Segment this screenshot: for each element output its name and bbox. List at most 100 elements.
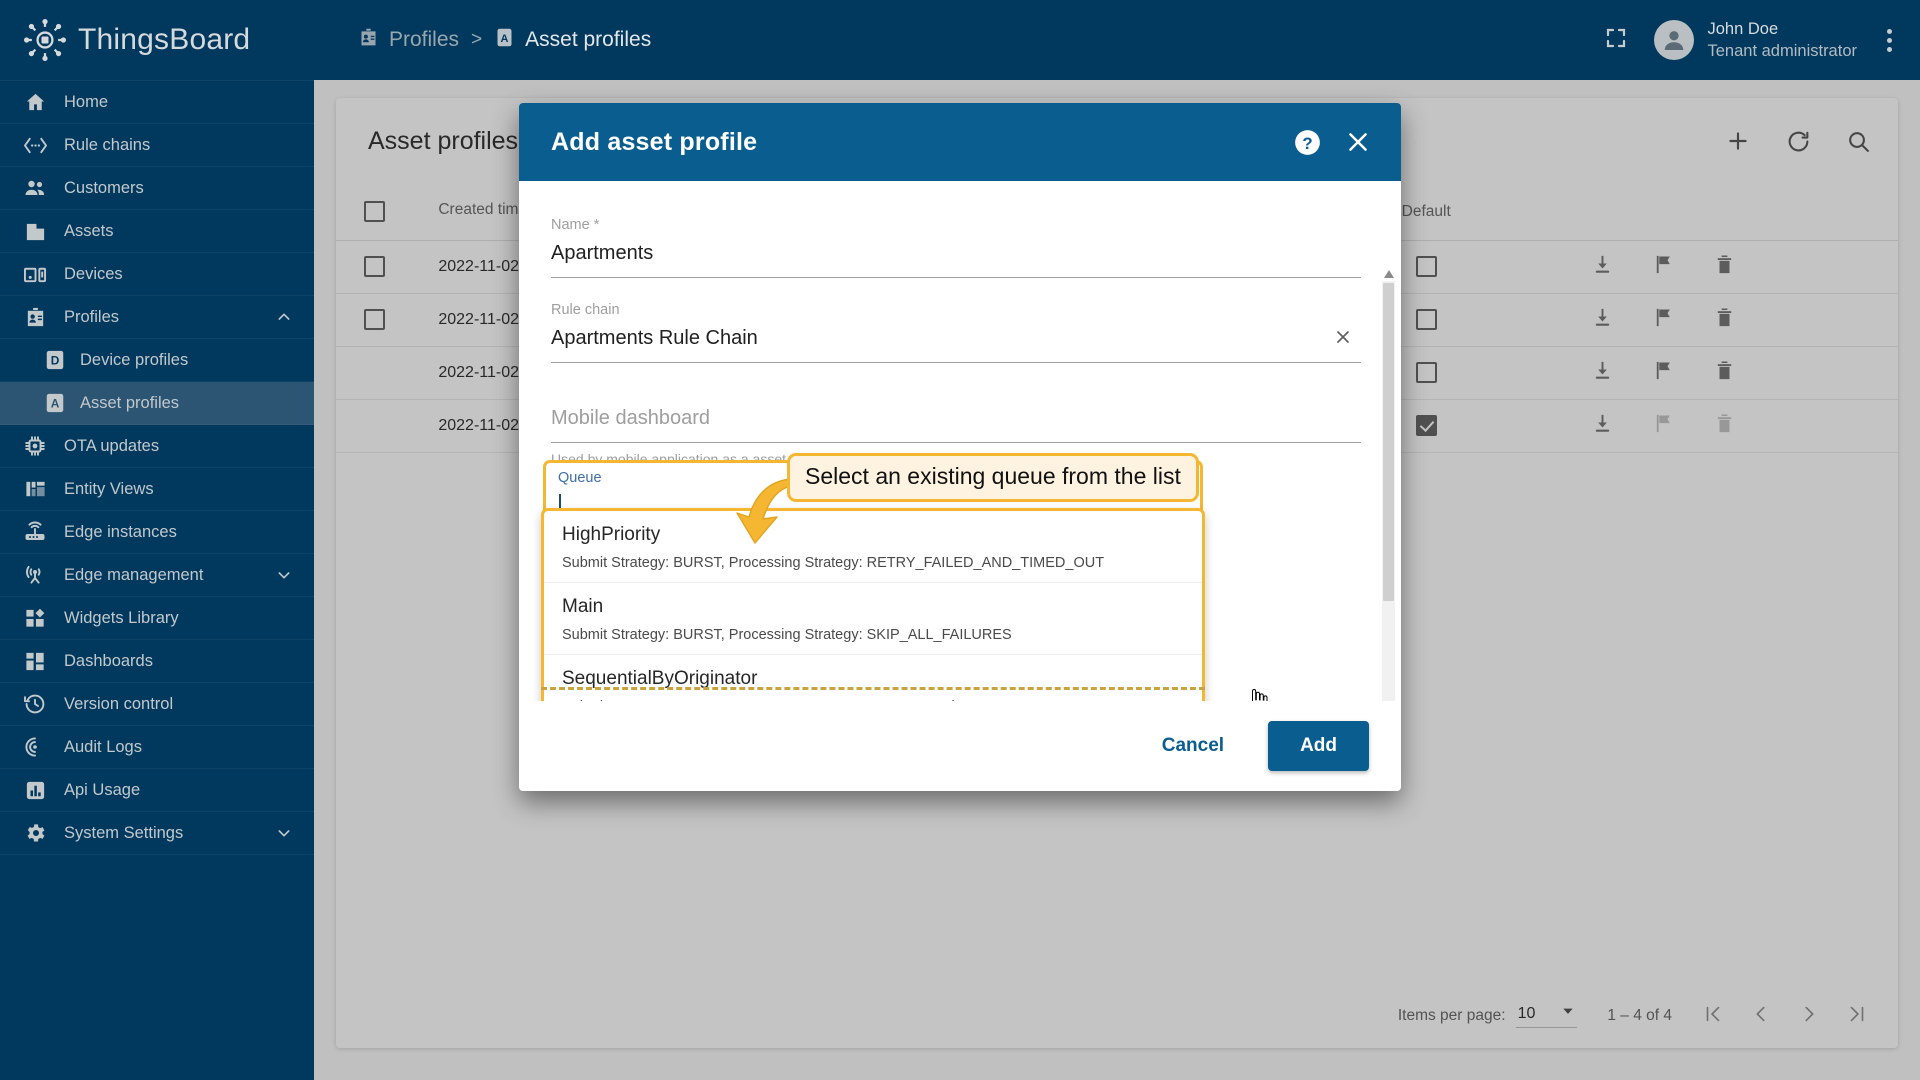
breadcrumb: Profiles > A Asset profiles [358,27,651,54]
tooltip-callout: Select an existing queue from the list [787,453,1199,502]
breadcrumb-profiles[interactable]: Profiles [358,27,459,54]
entity-views-icon [22,476,48,502]
more-vertical-icon[interactable] [1883,25,1896,56]
asset-profile-icon: A [44,392,66,414]
queue-option-description: Submit Strategy: BURST, Processing Strat… [562,555,1105,571]
profiles-icon [358,27,379,54]
name-field-label: Name * [551,217,600,233]
sidebar-item-audit-logs[interactable]: Audit Logs [0,726,314,769]
mouse-cursor [1247,688,1269,701]
close-icon[interactable] [1345,129,1371,155]
sidebar-item-label: OTA updates [64,436,160,455]
chevron-down-icon[interactable] [276,825,292,841]
breadcrumb-current-label: Asset profiles [525,28,652,51]
sidebar-item-label: Home [64,92,109,111]
audit-logs-icon [22,734,48,760]
add-asset-profile-dialog: Add asset profile ? Name * Apartments Ru… [519,103,1401,791]
sidebar-item-label: Device profiles [80,350,189,369]
app-root: ThingsBoard Home Rule chains Customers A… [0,0,1920,1080]
profiles-icon [22,304,48,330]
mobile-dashboard-input[interactable]: Mobile dashboard [551,407,1361,443]
sidebar-item-label: Edge instances [64,522,177,541]
user-menu[interactable]: John Doe Tenant administrator [1653,18,1858,63]
breadcrumb-separator: > [471,29,483,50]
sidebar-item-asset-profiles[interactable]: A Asset profiles [0,382,314,425]
add-button[interactable]: Add [1268,721,1369,771]
sidebar-item-ota-updates[interactable]: OTA updates [0,425,314,468]
sidebar-item-profiles[interactable]: Profiles [0,296,314,339]
help-icon[interactable]: ? [1294,129,1321,156]
dialog-scrollbar[interactable] [1382,267,1395,701]
topbar-right: John Doe Tenant administrator [1604,18,1897,63]
breadcrumb-asset-profiles: A Asset profiles [494,27,651,54]
user-info: John Doe Tenant administrator [1708,18,1858,63]
cancel-button[interactable]: Cancel [1144,723,1242,769]
sidebar-item-label: Version control [64,694,174,713]
sidebar-item-label: Edge management [64,565,204,584]
dialog-body: Name * Apartments Rule chain Apartments … [519,181,1401,701]
rule-chain-input[interactable]: Apartments Rule Chain [551,327,1361,363]
sidebar-item-label: Assets [64,221,114,240]
dialog-title: Add asset profile [551,127,758,156]
scroll-up-icon[interactable] [1383,267,1394,280]
sidebar-item-entity-views[interactable]: Entity Views [0,468,314,511]
sidebar-item-label: Widgets Library [64,608,179,627]
breadcrumb-parent-label: Profiles [389,28,460,51]
asset-profile-icon: A [494,27,515,54]
dialog-header-buttons: ? [1294,129,1371,156]
sidebar-item-assets[interactable]: Assets [0,210,314,253]
brand-name: ThingsBoard [78,23,251,56]
sidebar-item-version-control[interactable]: Version control [0,683,314,726]
clear-icon[interactable] [1333,327,1353,351]
queue-option-highpriority[interactable]: HighPriority Submit Strategy: BURST, Pro… [544,511,1202,583]
sidebar-item-api-usage[interactable]: Api Usage [0,769,314,812]
customers-icon [22,175,48,201]
svg-text:D: D [51,354,60,368]
sidebar-nav: Home Rule chains Customers Assets Device… [0,80,314,855]
queue-option-description: Submit Strategy: SEQUENTIAL_BY_ORIGINATO… [562,699,1184,701]
sidebar-item-label: Profiles [64,307,120,326]
highlight-dashed-underline [541,687,1205,690]
sidebar-item-label: Entity Views [64,479,154,498]
scrollbar-thumb[interactable] [1383,283,1394,601]
sidebar-item-home[interactable]: Home [0,81,314,124]
sidebar-item-label: Rule chains [64,135,151,154]
widgets-library-icon [22,605,48,631]
rule-chains-icon [22,132,48,158]
name-input[interactable]: Apartments [551,242,1361,278]
queue-options-panel: HighPriority Submit Strategy: BURST, Pro… [541,508,1205,701]
user-role: Tenant administrator [1707,42,1858,60]
fullscreen-icon[interactable] [1604,26,1628,55]
sidebar-item-edge-management[interactable]: Edge management [0,554,314,597]
sidebar-item-label: Customers [64,178,144,197]
chevron-up-icon[interactable] [276,309,292,325]
api-usage-icon [22,777,48,803]
sidebar-item-devices[interactable]: Devices [0,253,314,296]
home-icon [22,89,48,115]
sidebar-item-device-profiles[interactable]: D Device profiles [0,339,314,382]
user-name: John Doe [1707,19,1779,38]
brand[interactable]: ThingsBoard [0,0,314,80]
sidebar-item-rule-chains[interactable]: Rule chains [0,124,314,167]
version-control-icon [22,691,48,717]
svg-text:A: A [501,32,509,44]
queue-option-sequentialbyoriginator[interactable]: SequentialByOriginator Submit Strategy: … [544,655,1202,701]
thingsboard-logo-icon [24,19,66,61]
dashboards-icon [22,648,48,674]
sidebar-item-label: Asset profiles [80,393,180,412]
avatar [1653,20,1694,60]
rule-chain-field: Rule chain Apartments Rule Chain [551,302,1361,363]
sidebar-item-widgets-library[interactable]: Widgets Library [0,597,314,640]
queue-option-description: Submit Strategy: BURST, Processing Strat… [562,627,1012,643]
sidebar-item-dashboards[interactable]: Dashboards [0,640,314,683]
name-field: Name * Apartments [551,217,1361,278]
queue-option-name: HighPriority [562,524,661,545]
chevron-down-icon[interactable] [276,567,292,583]
sidebar-item-customers[interactable]: Customers [0,167,314,210]
sidebar-item-edge-instances[interactable]: Edge instances [0,511,314,554]
queue-option-main[interactable]: Main Submit Strategy: BURST, Processing … [544,583,1202,655]
ota-updates-icon [22,433,48,459]
sidebar-item-system-settings[interactable]: System Settings [0,812,314,855]
queue-option-name: Main [562,596,604,617]
dialog-footer: Cancel Add [519,701,1401,791]
